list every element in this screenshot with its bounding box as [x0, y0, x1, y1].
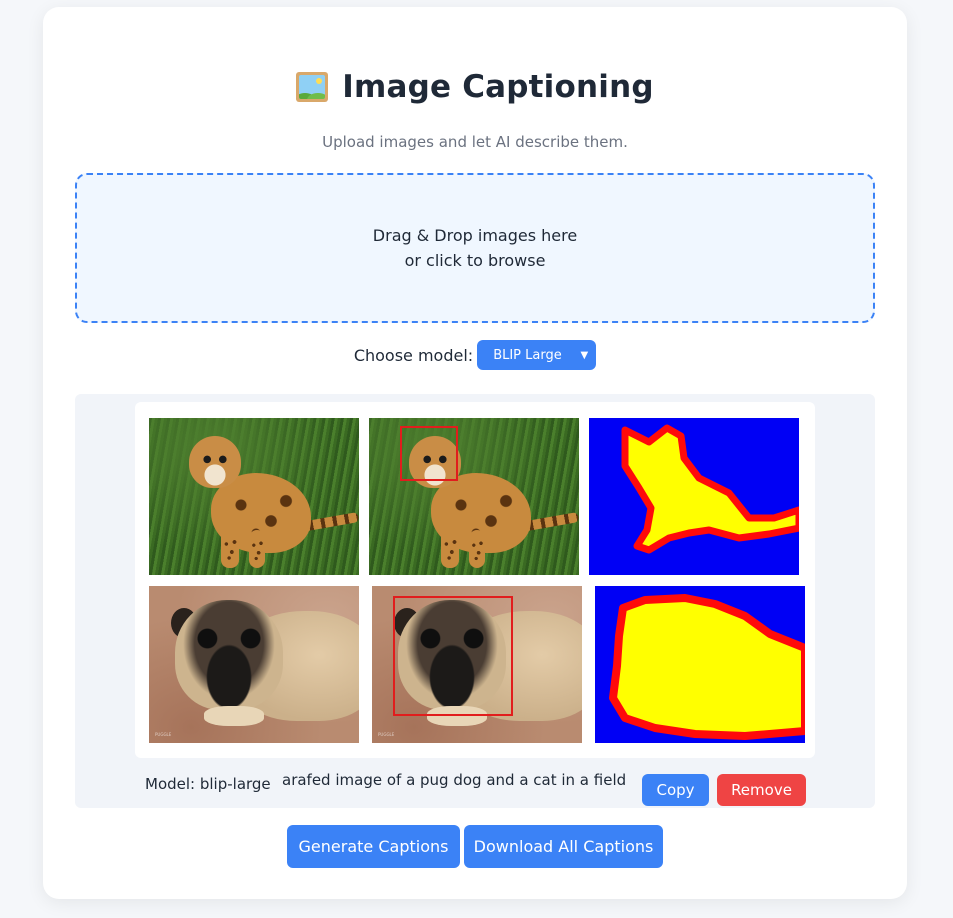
- page-title: Image Captioning: [342, 69, 654, 105]
- model-used-label: Model: blip-large: [145, 775, 271, 793]
- action-buttons: Generate Captions Download All Captions: [43, 825, 907, 868]
- copy-button[interactable]: Copy: [642, 774, 709, 806]
- model-selector-label: Choose model:: [353, 345, 474, 365]
- cat-segmentation-tile: [589, 418, 799, 575]
- dropzone-text-secondary: or click to browse: [404, 251, 546, 270]
- title-row: Image Captioning: [43, 69, 907, 105]
- caption-result-card: PUGGLE PUGGLE Model: blip-large arafed i…: [75, 394, 875, 808]
- cat-photo-tile: [149, 418, 359, 575]
- caption-text: arafed image of a pug dog and a cat in a…: [282, 771, 627, 789]
- remove-button[interactable]: Remove: [717, 774, 806, 806]
- cat-detection-tile: [369, 418, 579, 575]
- upload-dropzone[interactable]: Drag & Drop images here or click to brow…: [75, 173, 875, 323]
- photo-watermark: PUGGLE: [155, 732, 172, 737]
- dropzone-text-primary: Drag & Drop images here: [372, 226, 578, 245]
- model-select[interactable]: BLIP Large ▼: [477, 340, 597, 370]
- download-captions-button[interactable]: Download All Captions: [464, 825, 663, 868]
- detection-box: [400, 426, 458, 481]
- model-selector-row: Choose model: BLIP Large ▼: [43, 340, 907, 370]
- main-card: Image Captioning Upload images and let A…: [43, 7, 907, 899]
- framed-picture-icon: [296, 72, 329, 102]
- photo-watermark: PUGGLE: [378, 732, 395, 737]
- detection-box: [393, 596, 513, 716]
- model-select-value: BLIP Large: [493, 347, 562, 363]
- page-subtitle: Upload images and let AI describe them.: [322, 133, 628, 151]
- generate-captions-button[interactable]: Generate Captions: [287, 825, 460, 868]
- pug-photo-tile: PUGGLE: [149, 586, 359, 743]
- pug-detection-tile: PUGGLE: [372, 586, 582, 743]
- pug-segmentation-tile: [595, 586, 805, 743]
- chevron-down-icon: ▼: [580, 349, 589, 361]
- uploaded-image-preview: PUGGLE PUGGLE: [135, 402, 815, 758]
- caption-row: Model: blip-large arafed image of a pug …: [75, 766, 875, 806]
